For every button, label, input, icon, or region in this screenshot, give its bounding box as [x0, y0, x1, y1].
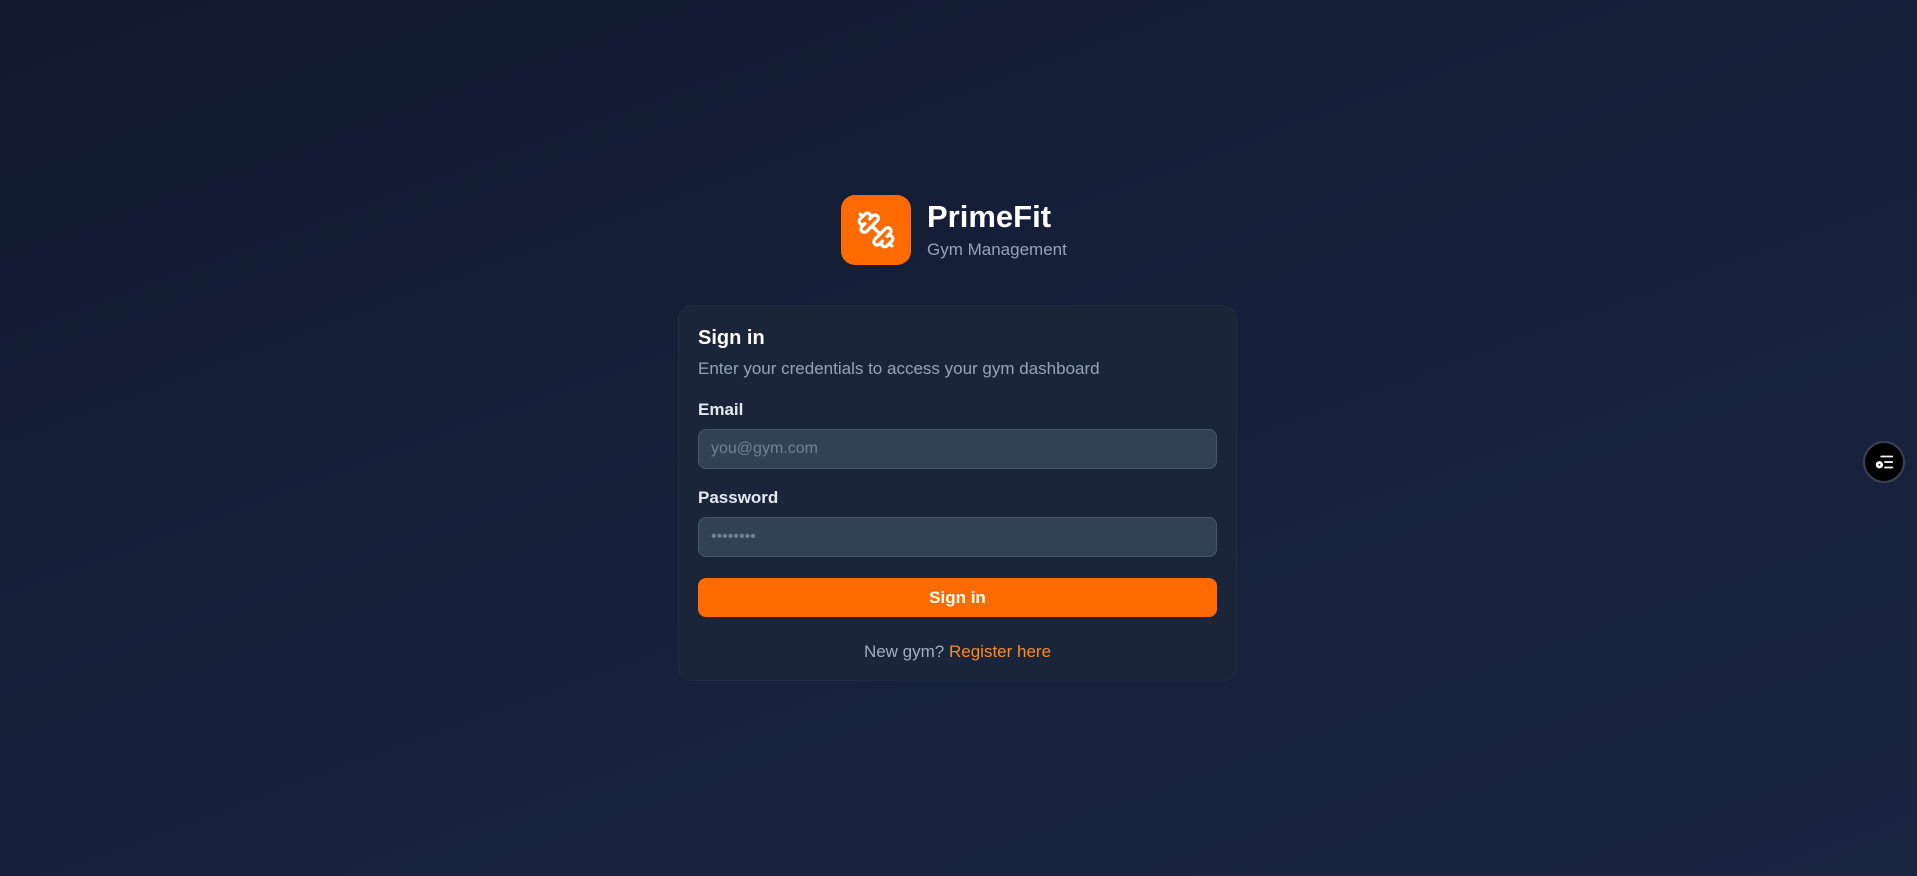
signin-card: Sign in Enter your credentials to access… [678, 305, 1237, 681]
dumbbell-icon [857, 211, 895, 249]
list-settings-icon [1875, 455, 1894, 469]
password-label: Password [698, 488, 779, 507]
brand-logo [841, 195, 911, 265]
email-label: Email [698, 400, 744, 419]
register-prompt: New gym? [863, 642, 945, 661]
card-title: Sign in [698, 327, 765, 349]
brand-tagline: Gym Management [927, 240, 1067, 259]
register-link[interactable]: Register here [949, 642, 1051, 661]
signin-button[interactable]: Sign in [698, 578, 1217, 617]
brand-name: PrimeFit [927, 199, 1052, 234]
register-row: New gym? Register here [698, 641, 1217, 663]
floating-settings-button[interactable] [1863, 441, 1905, 483]
card-subtitle: Enter your credentials to access your gy… [698, 359, 1100, 378]
brand-text: PrimeFit Gym Management [927, 199, 1067, 261]
brand-header: PrimeFit Gym Management [841, 195, 1067, 265]
password-field[interactable] [698, 517, 1217, 557]
email-field[interactable] [698, 429, 1217, 469]
